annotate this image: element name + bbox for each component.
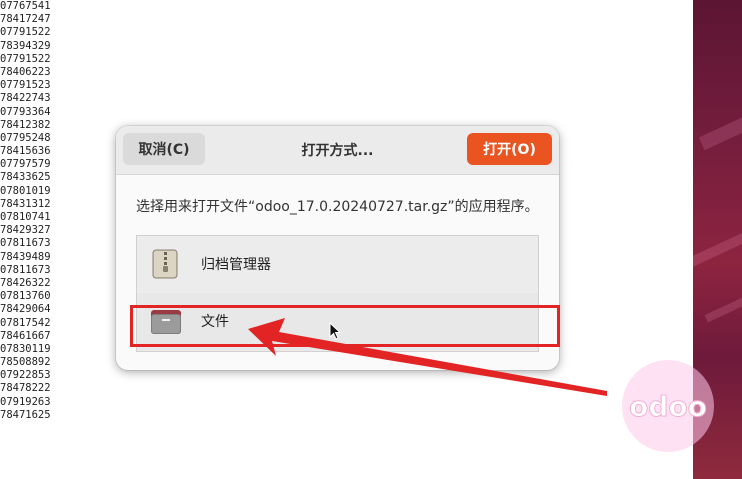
terminal-line: 07811673 (0, 237, 51, 250)
terminal-line: 78478222 (0, 382, 51, 395)
terminal-line: 78426322 (0, 276, 51, 289)
terminal-output: 07767541 78417247 07791522 78394329 07791522… (0, 0, 120, 479)
app-item-archive-manager[interactable]: 归档管理器 (137, 236, 538, 294)
terminal-line: 78471625 (0, 408, 51, 421)
mouse-pointer-icon (329, 322, 341, 340)
dialog-headerbar: 取消(C) 打开方式... 打开(O) (116, 126, 559, 175)
terminal-line: 07791522 (0, 52, 51, 65)
terminal-line: 07791522 (0, 26, 51, 39)
odoo-watermark-logo: odoo (620, 358, 720, 458)
cancel-button[interactable]: 取消(C) (123, 133, 205, 165)
terminal-line: 78422743 (0, 92, 51, 105)
app-item-label: 归档管理器 (201, 257, 271, 273)
terminal-line: 07811673 (0, 263, 51, 276)
terminal-line: 07793364 (0, 105, 51, 118)
terminal-line: 07795248 (0, 131, 51, 144)
terminal-line: 78412382 (0, 118, 51, 131)
watermark-text: odoo (629, 390, 707, 423)
terminal-line: 78429327 (0, 224, 51, 237)
annotation-highlight-box (130, 305, 560, 347)
terminal-line: 78429064 (0, 303, 51, 316)
terminal-line: 78394329 (0, 39, 51, 52)
terminal-line: 07817542 (0, 316, 51, 329)
terminal-line: 78439489 (0, 250, 51, 263)
archive-manager-icon (150, 249, 180, 279)
terminal-line: 07801019 (0, 184, 51, 197)
terminal-line: 07813760 (0, 290, 51, 303)
terminal-line: 78417247 (0, 13, 51, 26)
terminal-line: 78431312 (0, 197, 51, 210)
terminal-line: 78406223 (0, 65, 51, 78)
terminal-line: 78508892 (0, 356, 51, 369)
terminal-line: 07922853 (0, 369, 51, 382)
terminal-line: 07810741 (0, 211, 51, 223)
terminal-line: 07797579 (0, 158, 51, 171)
terminal-line: 78461667 (0, 329, 51, 342)
terminal-line: 07919263 (0, 395, 51, 408)
terminal-line: 07767541 (0, 0, 51, 12)
dialog-prompt: 选择用来打开文件“odoo_17.0.20240727.tar.gz”的应用程序… (136, 199, 539, 215)
terminal-line: 78415636 (0, 145, 51, 158)
terminal-line: 07791523 (0, 79, 51, 92)
open-button[interactable]: 打开(O) (467, 133, 552, 165)
terminal-line: 78433625 (0, 171, 51, 184)
dialog-title: 打开方式... (301, 143, 374, 159)
terminal-line: 07830119 (0, 342, 51, 355)
